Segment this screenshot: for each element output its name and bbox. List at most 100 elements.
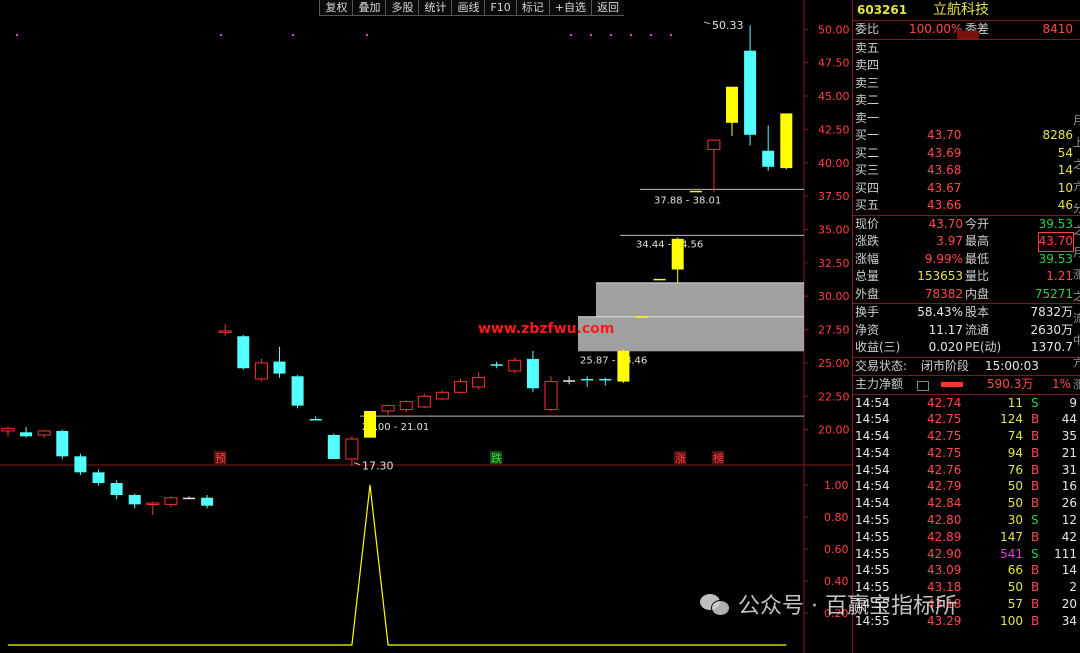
buy-level: 买五 43.66 46 <box>853 197 1080 215</box>
site-watermark: www.zbzfwu.com <box>478 321 614 337</box>
stat-row: 现价 43.70 今开 39.53 <box>853 216 1080 234</box>
top-marker-dot <box>610 34 612 36</box>
candle-body <box>563 380 576 382</box>
tick-price: 42.76 <box>927 462 962 477</box>
candle-body <box>707 139 721 150</box>
buy-level-volume: 10 <box>1057 180 1073 195</box>
candle-body <box>164 497 178 505</box>
candle-body <box>617 350 630 382</box>
candle-body <box>508 359 522 372</box>
candle-body <box>526 358 539 389</box>
main-force-row[interactable]: 主力净额 590.3万 1% <box>853 376 1080 395</box>
toolbar-button[interactable]: 多股 <box>385 0 419 16</box>
weibi-label: 委比 <box>855 22 880 36</box>
price-tick-label: 42.50 <box>818 123 850 136</box>
candle-body <box>689 190 702 193</box>
tick-volume: 100 <box>1000 613 1023 628</box>
price-tick-label: 45.00 <box>818 90 850 103</box>
tick-volume: 50 <box>1007 479 1023 494</box>
candle-body <box>146 502 160 506</box>
candle-body <box>599 378 612 381</box>
toolbar-button[interactable]: 复权 <box>319 0 353 16</box>
tick-count: 111 <box>1054 546 1077 561</box>
top-marker-dot <box>590 34 592 36</box>
toolbar-button[interactable]: +自选 <box>548 0 591 16</box>
candle-body <box>780 113 793 169</box>
stat-value: 43.70 <box>928 216 963 231</box>
indicator-tick-label: 0.60 <box>824 543 849 556</box>
capital-value: 11.17 <box>928 322 963 337</box>
price-tick-label: 27.50 <box>818 324 850 337</box>
tick-row: 14:54 42.75 124 B 44 <box>853 411 1080 428</box>
candle-body <box>1 427 15 432</box>
tick-row: 14:54 42.74 11 S 9 <box>853 395 1080 412</box>
buy-level-volume: 8286 <box>1042 128 1073 142</box>
tick-volume: 66 <box>1007 563 1023 578</box>
capital-row: 换手 58.43% 股本 7832万 <box>853 304 1080 322</box>
price-tick-label: 40.00 <box>818 157 850 170</box>
candle-body <box>381 405 395 412</box>
candle-body <box>653 278 666 281</box>
tick-volume: 30 <box>1007 513 1023 528</box>
candle-body <box>417 395 431 408</box>
quote-panel: 603261 立航科技 委比 100.00% 委差 8410 卖五 卖四 卖三 卖二卖… <box>852 0 1080 653</box>
annotation-arrow <box>703 21 711 25</box>
tick-count: 42 <box>1061 529 1077 544</box>
top-marker-dot <box>630 34 632 36</box>
tick-count: 26 <box>1061 496 1077 511</box>
candle-body <box>399 401 413 411</box>
sell-level-label: 卖四 <box>855 58 880 72</box>
capital-value: 1370.7 <box>1031 340 1073 354</box>
kline-chart[interactable]: 50.00 47.50 45.00 42.50 40.00 37.50 35.00 32.50… <box>0 0 852 653</box>
toolbar-button[interactable]: 标记 <box>515 0 549 16</box>
weibi-value: 100.00% <box>909 22 963 36</box>
buy-level-price: 43.69 <box>927 145 962 160</box>
capital-label: 换手 <box>855 305 880 319</box>
tick-row: 14:55 42.89 147 B 42 <box>853 529 1080 546</box>
tick-volume: 124 <box>1000 412 1023 427</box>
capital-label: 净资 <box>855 322 880 337</box>
tick-price: 42.75 <box>927 429 962 444</box>
tick-time: 14:54 <box>855 496 890 511</box>
stat-label: 量比 <box>965 269 990 283</box>
toolbar-button[interactable]: 画线 <box>451 0 485 16</box>
tick-count: 21 <box>1061 445 1077 460</box>
toolbar-button[interactable]: 统计 <box>418 0 452 16</box>
tick-price: 43.09 <box>927 563 962 578</box>
toolbar-button[interactable]: F10 <box>484 0 516 16</box>
candle-body <box>472 377 486 388</box>
tick-count: 2 <box>1069 580 1077 595</box>
collapse-toggle[interactable] <box>957 31 979 39</box>
tick-time: 14:55 <box>855 513 890 528</box>
wechat-icon <box>700 592 730 616</box>
event-marker: 预 <box>215 452 226 465</box>
top-marker-dot <box>670 34 672 36</box>
stat-label: 最高 <box>965 234 990 248</box>
zone-label: 25.87 - 28.46 <box>580 355 647 366</box>
tick-count: 16 <box>1061 479 1077 494</box>
grid-icon <box>917 381 929 391</box>
tick-row: 14:55 43.09 66 B 14 <box>853 562 1080 579</box>
stat-value: 153653 <box>917 269 963 283</box>
buy-level: 买三 43.68 14 <box>853 162 1080 180</box>
toolbar-button[interactable]: 叠加 <box>352 0 386 16</box>
tick-volume: 50 <box>1007 496 1023 511</box>
stock-header: 603261 立航科技 <box>853 0 1080 21</box>
sell-level-label: 卖五 <box>855 40 880 55</box>
stat-label: 今开 <box>965 216 990 231</box>
kline-chart-area[interactable]: 50.00 47.50 45.00 42.50 40.00 37.50 35.00 32.50… <box>0 0 852 653</box>
tick-count: 34 <box>1061 613 1077 628</box>
tick-count: 12 <box>1061 513 1077 528</box>
stat-label: 总量 <box>855 269 880 283</box>
stat-label: 最低 <box>965 251 990 266</box>
buy-level: 买一 43.70 8286 <box>853 127 1080 145</box>
stat-value: 9.99% <box>924 251 963 266</box>
capital-value: 0.020 <box>928 340 963 354</box>
top-marker-dot <box>292 34 294 36</box>
toolbar-button[interactable]: 返回 <box>591 0 624 16</box>
tick-row: 14:55 42.80 30 S 12 <box>853 512 1080 529</box>
tick-side: B <box>1031 580 1040 595</box>
candle-body <box>183 497 195 500</box>
weibi-row: 委比 100.00% 委差 8410 <box>853 21 1080 40</box>
trade-status-label: 交易状态: <box>855 358 908 373</box>
